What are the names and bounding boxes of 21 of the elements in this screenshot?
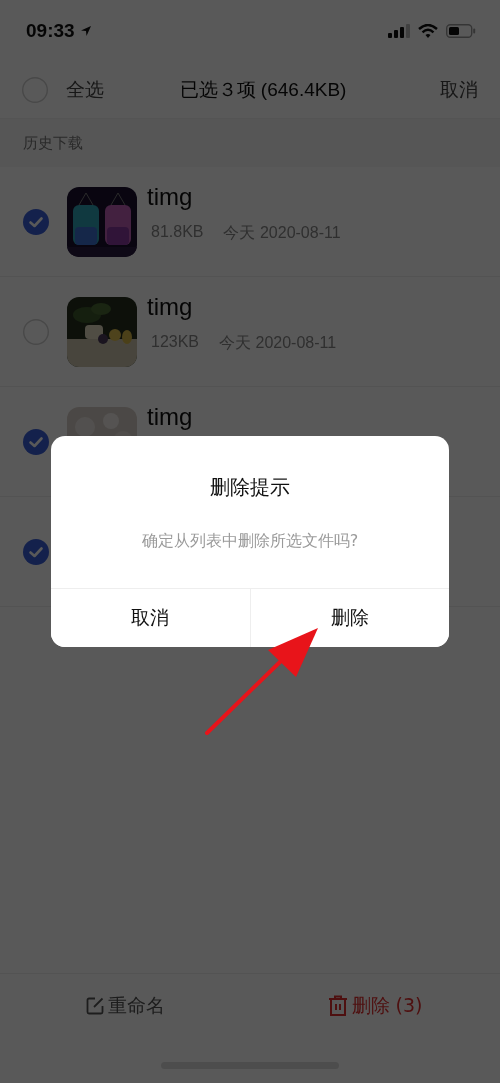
select-all-label[interactable]: 全选 bbox=[66, 77, 104, 103]
file-name: timg bbox=[147, 293, 194, 321]
rename-button[interactable]: 重命名 bbox=[85, 993, 165, 1019]
delete-button[interactable]: 删除 (3) bbox=[327, 993, 423, 1019]
edit-icon bbox=[85, 997, 104, 1015]
wifi-icon bbox=[418, 24, 438, 38]
dialog-message: 确定从列表中删除所选文件吗? bbox=[140, 531, 360, 552]
file-name: timg bbox=[147, 183, 194, 211]
checkbox-checked[interactable] bbox=[23, 208, 49, 235]
dialog-button[interactable]: 删除 bbox=[249, 589, 449, 647]
signal-icon bbox=[388, 24, 410, 38]
location-icon bbox=[79, 25, 92, 37]
file-name: timg bbox=[147, 403, 193, 431]
selection-title: 已选３项 (646.4KB) bbox=[178, 78, 348, 102]
clock-time: 09:33 bbox=[26, 20, 75, 42]
checkbox-checked[interactable] bbox=[23, 428, 49, 455]
dialog-title: 删除提示 bbox=[209, 474, 291, 501]
checkbox-checked[interactable] bbox=[23, 538, 49, 565]
battery-icon bbox=[446, 24, 476, 38]
cancel-button[interactable]: 取消 bbox=[440, 77, 478, 103]
trash-icon bbox=[327, 995, 348, 1017]
